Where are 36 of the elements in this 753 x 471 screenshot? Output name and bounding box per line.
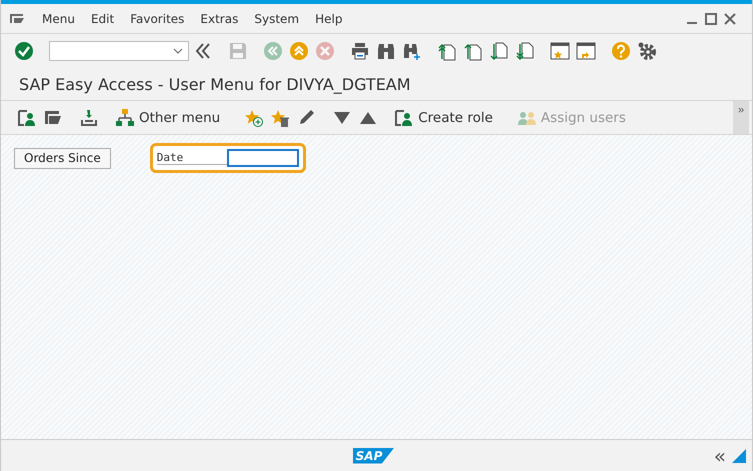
printer-icon[interactable]: [350, 41, 370, 61]
orders-since-button[interactable]: Orders Since: [14, 148, 111, 168]
page-down-icon[interactable]: [515, 41, 535, 61]
binoculars-plus-icon[interactable]: [402, 41, 422, 61]
maximize-icon[interactable]: [705, 12, 717, 24]
date-field[interactable]: [226, 149, 299, 167]
user-folder-icon[interactable]: [17, 108, 37, 128]
menu-item[interactable]: Menu: [35, 12, 84, 26]
user-folder-icon: [394, 108, 414, 128]
page-down-icon[interactable]: [489, 41, 509, 61]
menu-item[interactable]: Extras: [193, 12, 248, 26]
menu-item[interactable]: Edit: [84, 12, 124, 26]
command-field[interactable]: [49, 41, 189, 61]
settings-icon[interactable]: [637, 41, 657, 61]
star-plus-icon[interactable]: [244, 108, 264, 128]
check-icon[interactable]: [14, 41, 34, 61]
inbox-arrow-icon[interactable]: [79, 108, 99, 128]
page-up-icon[interactable]: [437, 41, 457, 61]
menu-item[interactable]: Help: [308, 12, 352, 26]
menu-item[interactable]: Favorites: [123, 12, 194, 26]
page-up-icon[interactable]: [463, 41, 483, 61]
binoculars-icon[interactable]: [376, 41, 396, 61]
corner-icon: [732, 448, 746, 462]
menu-icon[interactable]: [9, 12, 25, 24]
other-menu-button[interactable]: Other menu: [115, 108, 220, 128]
hierarchy-icon: [115, 108, 135, 128]
menu-item[interactable]: System: [247, 12, 308, 26]
overflow-button[interactable]: »: [733, 101, 749, 134]
screen-title: SAP Easy Access - User Menu for DIVYA_DGTEAM: [19, 74, 411, 94]
sap-logo: SAP: [352, 448, 394, 464]
collapse-toggle[interactable]: «: [714, 446, 726, 466]
create-role-button[interactable]: Create role: [394, 108, 493, 128]
field-label: Date: [156, 151, 227, 165]
close-icon[interactable]: [724, 12, 736, 24]
star-trash-icon[interactable]: [270, 108, 290, 128]
dropdown-caret-icon[interactable]: [173, 48, 183, 54]
